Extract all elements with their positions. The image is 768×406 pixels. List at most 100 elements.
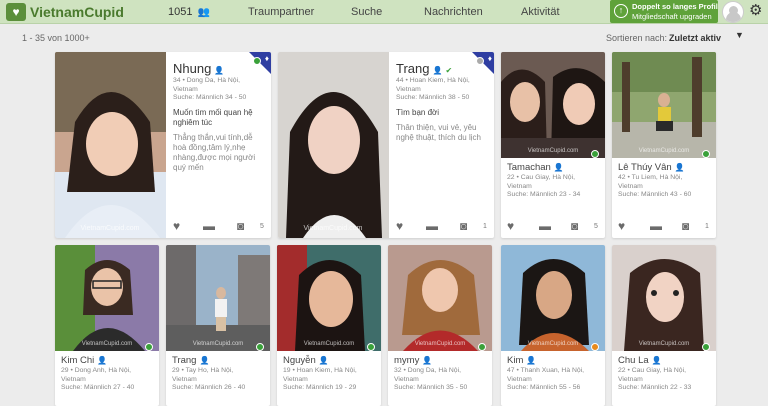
photo-count: 1	[705, 223, 709, 230]
profile-card[interactable]: VietnamCupid.com Trang 👤 29 • Tay Ho, Hà …	[166, 245, 270, 406]
profile-name[interactable]: Chu La 👤	[618, 355, 662, 366]
profile-location: 34 • Dong Da, Hà Nội,	[173, 77, 240, 84]
profile-country: Vietnam	[394, 375, 419, 383]
profile-name[interactable]: Nguyễn 👤	[283, 355, 329, 366]
message-icon[interactable]: ▬	[539, 219, 551, 233]
profile-card[interactable]: VietnamCupid.com Tamachan 👤 22 • Cau Giay…	[501, 52, 605, 238]
message-icon[interactable]: ▬	[426, 219, 438, 233]
logo-text: VietnamCupid	[30, 4, 124, 20]
watermark: VietnamCupid.com	[193, 341, 244, 347]
profile-seeking: Suche: Männlich 55 - 56	[507, 384, 581, 391]
profile-info: 22 • Cau Giay, Hà Nội, Vietnam Suche: Mä…	[618, 367, 691, 393]
site-logo[interactable]: ♥ VietnamCupid	[6, 3, 124, 21]
heart-icon[interactable]: ♥	[507, 219, 514, 233]
profile-name[interactable]: Lê Thúy Vân 👤	[618, 162, 685, 173]
profile-location: 32 • Dong Da, Hà Nội,	[394, 367, 461, 374]
nav-traumpartner[interactable]: Traumpartner	[248, 6, 314, 18]
profile-name-text: Trang	[172, 355, 197, 366]
photo-count: 5	[594, 223, 598, 230]
person-icon: 👤	[318, 356, 329, 365]
profile-photo[interactable]: VietnamCupid.com	[55, 52, 166, 238]
profile-country: Vietnam	[396, 85, 421, 93]
person-icon: 👤	[674, 163, 685, 172]
profile-seeking: Suche: Männlich 34 - 50	[173, 94, 247, 101]
profile-location: 22 • Cau Giay, Hà Nội,	[507, 174, 575, 181]
camera-icon[interactable]: ◙	[460, 219, 467, 233]
person-icon: 👤	[199, 356, 210, 365]
verified-person-icon: 👤	[214, 66, 225, 75]
gear-icon[interactable]: ⚙	[749, 3, 765, 19]
profile-name[interactable]: Kim Chi 👤	[61, 355, 107, 366]
profile-photo[interactable]: VietnamCupid.com	[501, 52, 605, 158]
profile-seeking: Suche: Männlich 22 - 33	[618, 384, 692, 391]
profile-name-text: Lê Thúy Vân	[618, 162, 672, 173]
watermark: VietnamCupid.com	[639, 148, 690, 154]
profile-photo[interactable]: VietnamCupid.com	[388, 245, 492, 351]
featured-profile-card[interactable]: VietnamCupid.com ♦ Trang 👤 ✔ 44 • Hoan Kie…	[278, 52, 494, 238]
profile-name-text: Tamachan	[507, 162, 551, 173]
nav-nachrichten[interactable]: Nachrichten	[424, 6, 483, 18]
profile-name[interactable]: mymy 👤	[394, 355, 432, 366]
profile-photo[interactable]: VietnamCupid.com	[612, 52, 716, 158]
profile-name[interactable]: Kim 👤	[507, 355, 536, 366]
nav-aktivitaet[interactable]: Aktivität	[521, 6, 560, 18]
profile-country: Vietnam	[172, 375, 197, 383]
camera-icon[interactable]: ◙	[682, 219, 689, 233]
profile-location: 19 • Hoan Kiem, Hà Nội,	[283, 367, 357, 374]
profile-photo[interactable]: VietnamCupid.com	[55, 245, 159, 351]
upgrade-button[interactable]: ↑ Doppelt so langes Profil Mitgliedschaf…	[610, 0, 718, 23]
profile-info: 47 • Thanh Xuan, Hà Nội, Vietnam Suche: …	[507, 367, 584, 393]
user-avatar[interactable]	[722, 1, 744, 23]
profile-card[interactable]: VietnamCupid.com Chu La 👤 22 • Cau Giay, …	[612, 245, 716, 406]
profile-photo[interactable]: VietnamCupid.com	[501, 245, 605, 351]
nav-member-count[interactable]: 1051 👥	[168, 6, 210, 18]
watermark: VietnamCupid.com	[415, 341, 466, 347]
message-icon[interactable]: ▬	[650, 219, 662, 233]
profile-name[interactable]: Trang 👤 ✔	[396, 61, 452, 76]
profile-name[interactable]: Nhung 👤	[173, 61, 224, 76]
heart-icon[interactable]: ♥	[618, 219, 625, 233]
profile-name[interactable]: Trang 👤	[172, 355, 209, 366]
profile-location: 47 • Thanh Xuan, Hà Nội,	[507, 367, 585, 374]
nav-suche[interactable]: Suche	[351, 6, 382, 18]
camera-icon[interactable]: ◙	[237, 219, 244, 233]
watermark: VietnamCupid.com	[82, 341, 133, 347]
upgrade-subtitle: Mitgliedschaft upgraden	[632, 12, 712, 21]
camera-icon[interactable]: ◙	[571, 219, 578, 233]
sort-select[interactable]: Zuletzt aktiv	[669, 33, 721, 43]
profile-photo[interactable]: VietnamCupid.com	[278, 52, 389, 238]
profile-name[interactable]: Tamachan 👤	[507, 162, 564, 173]
shield-icon: ✔	[445, 66, 453, 75]
profile-photo[interactable]: VietnamCupid.com	[612, 245, 716, 351]
profile-name-text: Chu La	[618, 355, 649, 366]
profile-card[interactable]: VietnamCupid.com mymy 👤 32 • Dong Da, Hà …	[388, 245, 492, 406]
message-icon[interactable]: ▬	[203, 219, 215, 233]
profile-card[interactable]: VietnamCupid.com Lê Thúy Vân 👤 42 • Tu Li…	[612, 52, 716, 238]
profile-name-text: mymy	[394, 355, 420, 366]
online-status-dot	[367, 343, 375, 351]
profile-photo[interactable]: VietnamCupid.com	[277, 245, 381, 351]
heart-icon[interactable]: ♥	[173, 219, 180, 233]
heart-icon[interactable]: ♥	[396, 219, 403, 233]
profile-name-text: Nhung	[173, 61, 212, 76]
offline-status-dot	[476, 57, 484, 65]
card-actions: ♥ ▬ ◙ 1	[612, 216, 716, 238]
caret-down-icon[interactable]: ▼	[735, 30, 744, 40]
sort-label: Sortieren nach:	[606, 33, 668, 43]
featured-profile-card[interactable]: VietnamCupid.com ♦ Nhung 👤 34 • Dong Da, …	[55, 52, 271, 238]
watermark: VietnamCupid.com	[304, 341, 355, 347]
profile-card[interactable]: VietnamCupid.com Kim Chi 👤 29 • Dong Anh,…	[55, 245, 159, 406]
profile-location: 29 • Dong Anh, Hà Nội,	[61, 367, 132, 374]
online-status-dot	[256, 343, 264, 351]
profile-seeking: Suche: Männlich 19 - 29	[283, 384, 357, 391]
profile-country: Vietnam	[618, 375, 643, 383]
profile-info: 32 • Dong Da, Hà Nội, Vietnam Suche: Män…	[394, 367, 467, 393]
profile-seeking: Suche: Männlich 43 - 60	[618, 191, 692, 198]
profile-photo[interactable]: VietnamCupid.com	[166, 245, 270, 351]
profile-card[interactable]: VietnamCupid.com Nguyễn 👤 19 • Hoan Kiem,…	[277, 245, 381, 406]
profile-seeking: Suche: Männlich 35 - 50	[394, 384, 468, 391]
profile-seeking: Suche: Männlich 38 - 50	[396, 94, 470, 101]
profile-card[interactable]: VietnamCupid.com Kim 👤 47 • Thanh Xuan, H…	[501, 245, 605, 406]
top-navigation-bar: ♥ VietnamCupid 1051 👥 Traumpartner Suche…	[0, 0, 768, 24]
arrow-up-icon: ↑	[614, 4, 628, 18]
